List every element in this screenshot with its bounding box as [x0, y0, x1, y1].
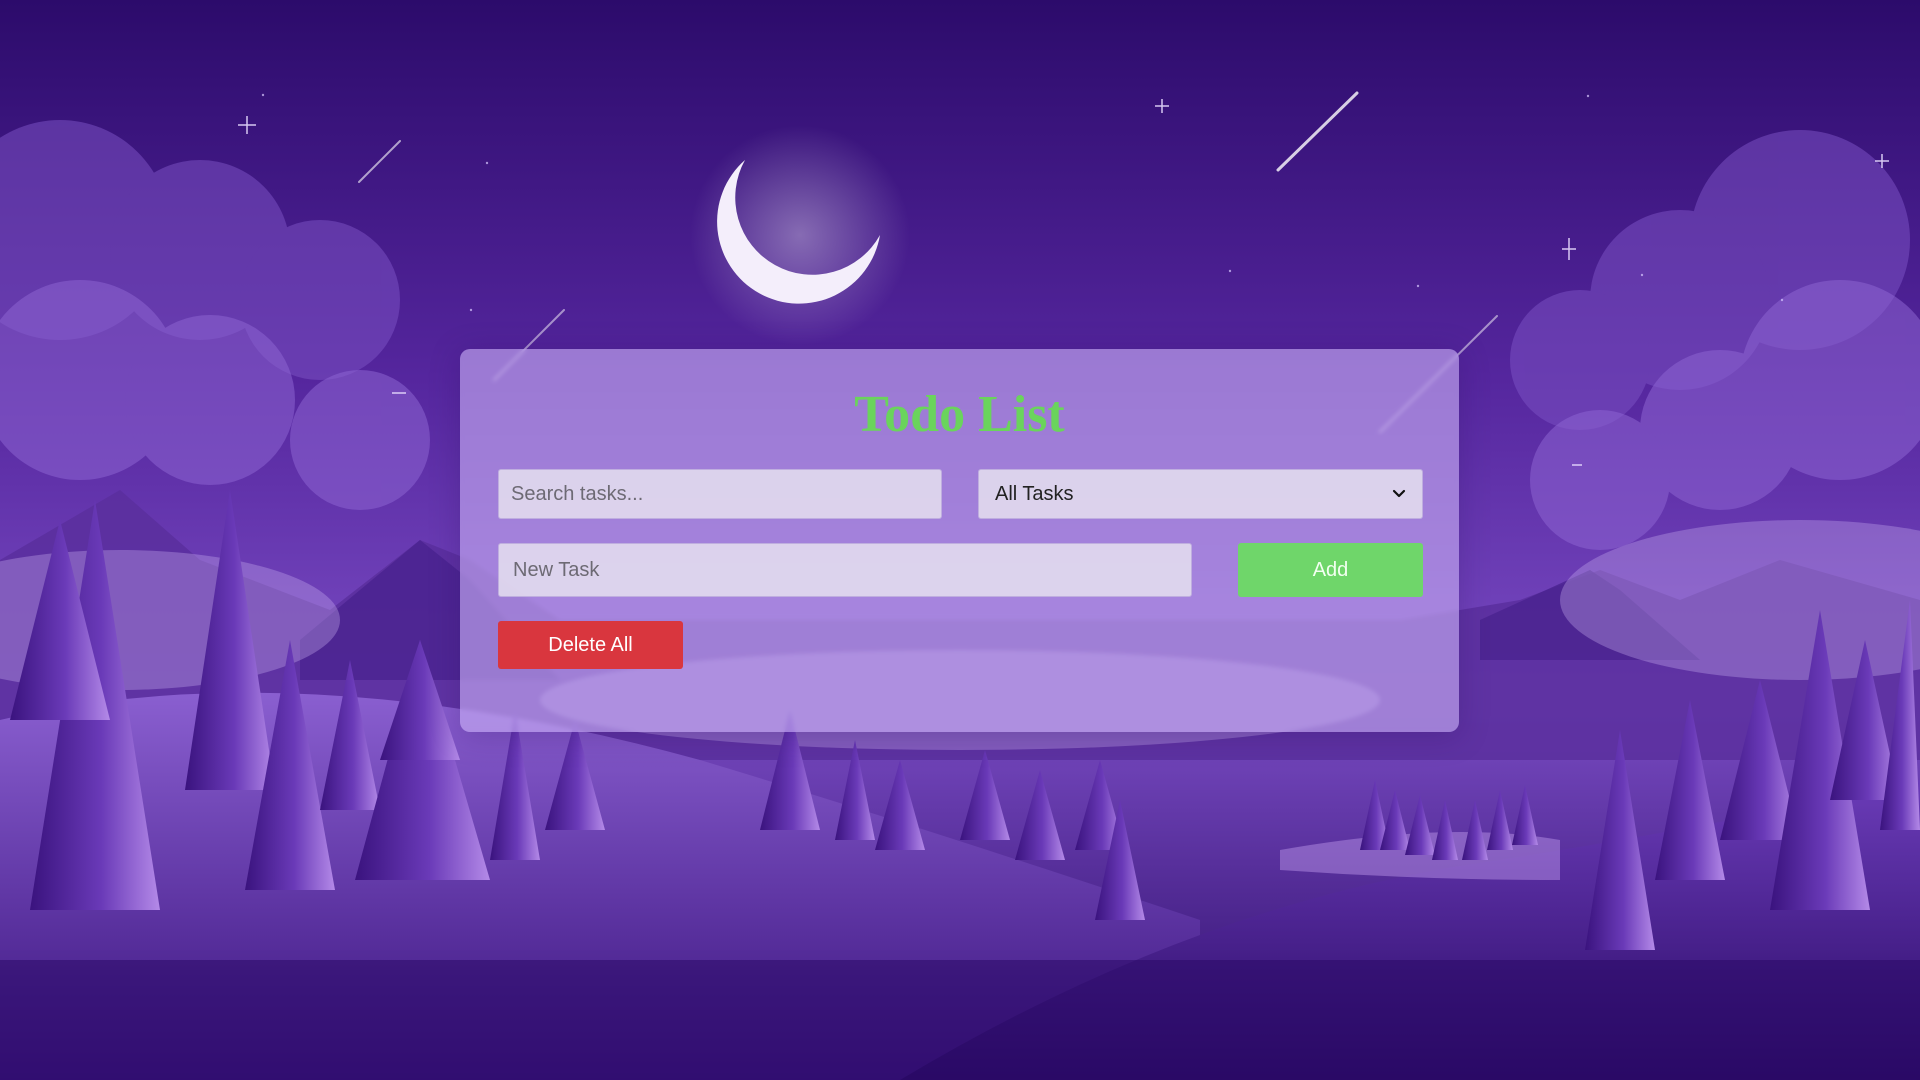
task-filter-selected-value: All Tasks [995, 482, 1074, 505]
task-filter-select[interactable]: All Tasks [978, 469, 1423, 519]
add-task-button[interactable]: Add [1238, 543, 1423, 597]
delete-all-button[interactable]: Delete All [498, 621, 683, 669]
todo-card: Todo List All Tasks Add Delete All [460, 349, 1459, 732]
new-task-input[interactable] [498, 543, 1192, 597]
search-input[interactable] [498, 469, 942, 519]
page-title: Todo List [854, 386, 1065, 443]
chevron-down-icon [1392, 489, 1406, 498]
